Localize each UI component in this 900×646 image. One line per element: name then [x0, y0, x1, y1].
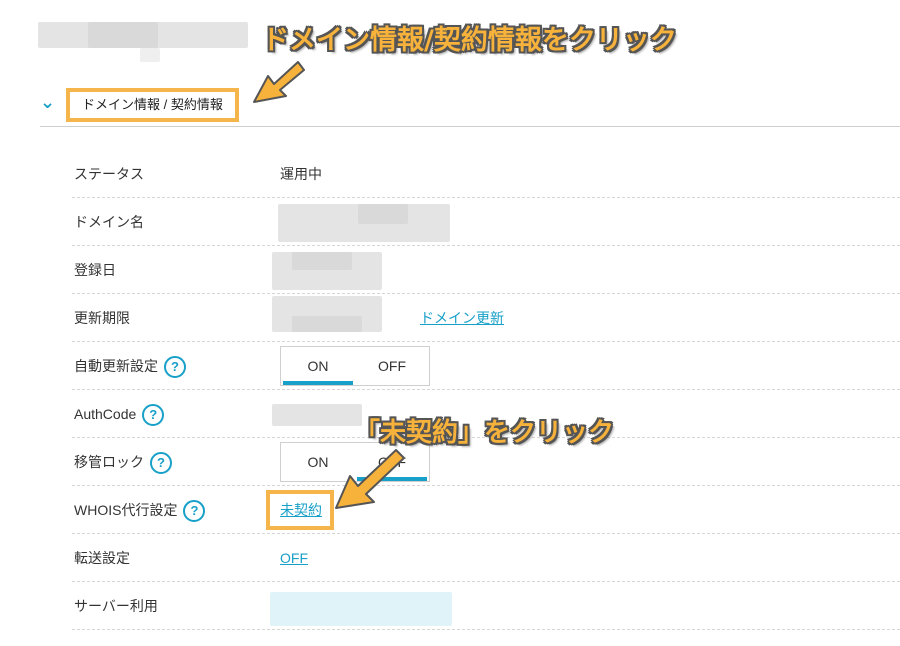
help-icon[interactable]: ? — [164, 356, 186, 379]
section-title-tab[interactable]: ドメイン情報 / 契約情報 — [66, 88, 239, 122]
top-callout-text: ドメイン情報/契約情報をクリック — [262, 25, 677, 56]
toggle-on-option[interactable]: ON — [281, 347, 355, 385]
help-icon[interactable]: ? — [142, 404, 165, 427]
auto-renew-label: 自動更新設定 — [74, 358, 158, 374]
blurred-breadcrumb-part — [88, 22, 158, 48]
row-label: 自動更新設定? — [74, 342, 186, 390]
blurred-server-usage — [270, 592, 452, 626]
toggle-selected-indicator — [283, 381, 353, 385]
help-icon[interactable]: ? — [183, 500, 206, 523]
blurred-breadcrumb-part — [140, 48, 160, 62]
whois-highlight-box — [266, 490, 334, 530]
row-expiry: 更新期限 ドメイン更新 — [72, 294, 900, 342]
row-label: ドメイン名 — [74, 214, 144, 230]
row-label: 転送設定 — [74, 550, 130, 566]
row-auto-renew: 自動更新設定? ON OFF — [72, 342, 900, 390]
whois-label: WHOIS代行設定 — [74, 502, 178, 518]
blurred-domain-name-part — [358, 204, 408, 224]
whois-callout-text: 「未契約」をクリック — [354, 418, 615, 448]
row-registration-date: 登録日 — [72, 246, 900, 294]
row-forwarding: 転送設定 OFF — [72, 534, 900, 582]
blurred-expiry-date-part — [292, 316, 362, 332]
arrow-icon — [335, 449, 405, 509]
row-label: サーバー利用 — [74, 598, 158, 614]
domain-renew-link[interactable]: ドメイン更新 — [420, 294, 504, 342]
row-label: WHOIS代行設定? — [74, 486, 206, 534]
auto-renew-toggle[interactable]: ON OFF — [280, 346, 430, 386]
row-status: ステータス 運用中 — [72, 150, 900, 198]
row-label: 移管ロック? — [74, 438, 172, 486]
row-whois: WHOIS代行設定? 未契約 — [72, 486, 900, 534]
status-value: 運用中 — [280, 166, 322, 182]
blurred-authcode — [272, 404, 362, 426]
row-server-usage: サーバー利用 — [72, 582, 900, 630]
help-icon[interactable]: ? — [150, 452, 172, 475]
row-label: ステータス — [74, 166, 144, 182]
row-domain-name: ドメイン名 — [72, 198, 900, 246]
row-label: 登録日 — [74, 262, 116, 278]
row-label: AuthCode? — [74, 390, 165, 438]
forwarding-off-link[interactable]: OFF — [280, 534, 308, 582]
authcode-label: AuthCode — [74, 406, 137, 422]
transfer-lock-label: 移管ロック — [74, 454, 144, 470]
section-header[interactable]: ⌄ ドメイン情報 / 契約情報 — [40, 88, 900, 127]
toggle-off-option[interactable]: OFF — [355, 347, 429, 385]
row-label: 更新期限 — [74, 310, 130, 326]
chevron-down-icon[interactable]: ⌄ — [40, 92, 55, 113]
blurred-registration-date-part — [292, 252, 352, 270]
arrow-icon — [253, 61, 305, 103]
